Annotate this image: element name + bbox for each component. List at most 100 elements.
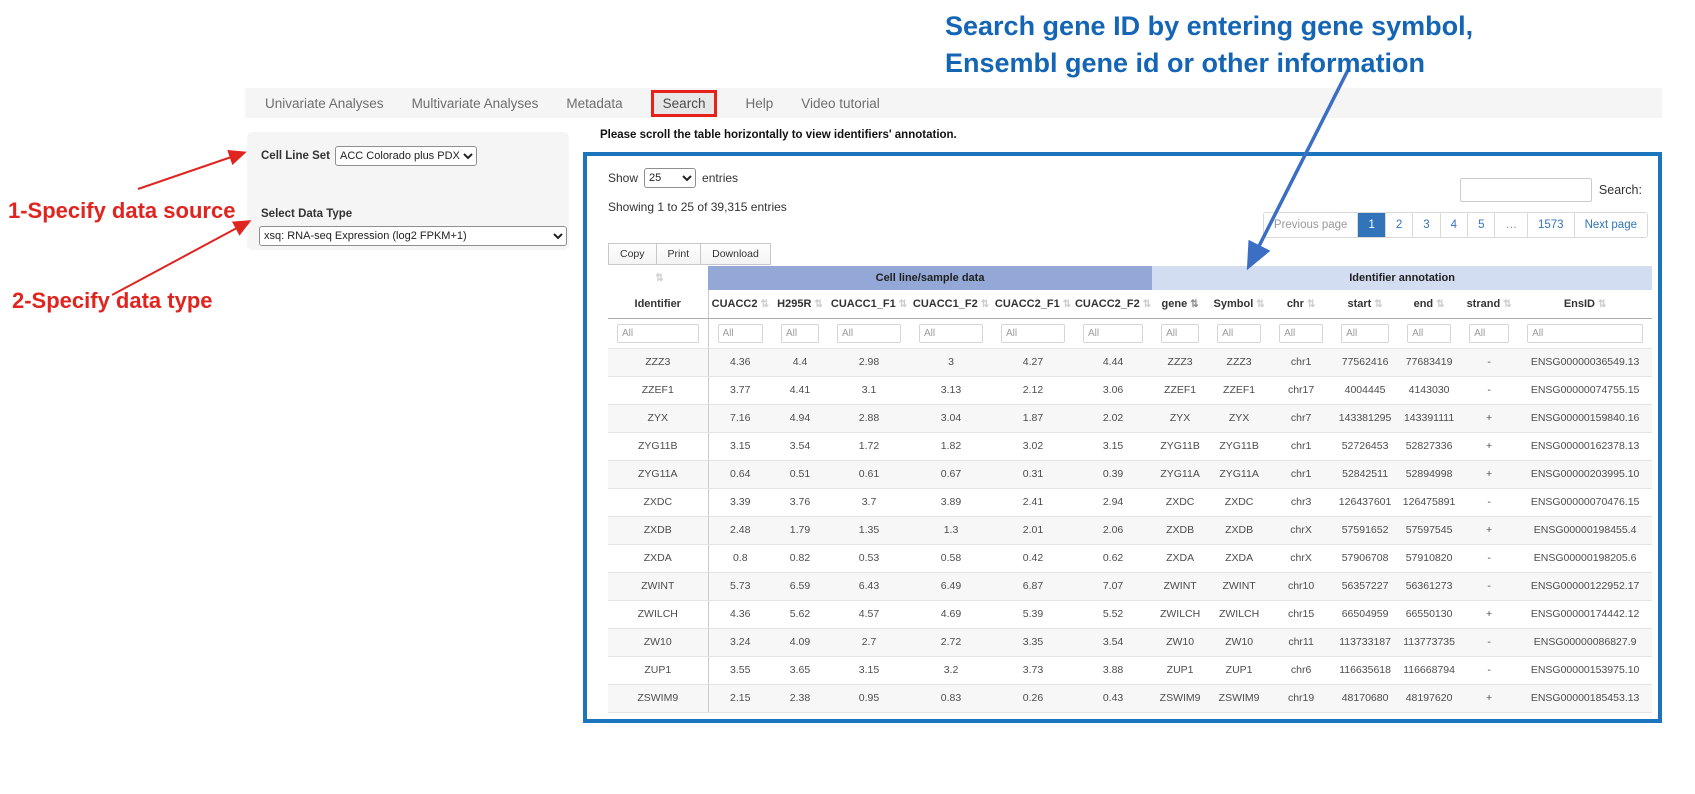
filter-input-cuacc2-f2[interactable]: [1083, 324, 1143, 343]
cell-start: 77562416: [1332, 348, 1398, 376]
nav-item-search[interactable]: Search: [651, 90, 718, 117]
col-label: strand: [1467, 298, 1501, 310]
cell-strand: +: [1460, 460, 1518, 488]
page-length-select[interactable]: 25: [644, 168, 696, 188]
cell-chr: chr1: [1270, 460, 1332, 488]
filter-input-cuacc1-f1[interactable]: [837, 324, 901, 343]
filter-input-chr[interactable]: [1279, 324, 1323, 343]
cell-chr: chr7: [1270, 404, 1332, 432]
cell-strand: -: [1460, 544, 1518, 572]
col-header-h295r[interactable]: H295R⇅: [772, 290, 828, 318]
filter-input-symbol[interactable]: [1217, 324, 1261, 343]
nav-item-metadata[interactable]: Metadata: [566, 96, 622, 111]
col-header-symbol[interactable]: Symbol⇅: [1208, 290, 1270, 318]
filter-input-gene[interactable]: [1161, 324, 1199, 343]
cell-cuacc2-f1: 2.12: [992, 376, 1074, 404]
data-type-select[interactable]: xsq: RNA-seq Expression (log2 FPKM+1): [259, 226, 567, 246]
page-button-1[interactable]: 1: [1357, 213, 1384, 237]
annotation-search-note: Search gene ID by entering gene symbol, …: [945, 8, 1473, 82]
cell-symbol: ZUP1: [1208, 656, 1270, 684]
filter-input-h295r[interactable]: [781, 324, 819, 343]
filter-input-cuacc1-f2[interactable]: [919, 324, 983, 343]
cell-identifier: ZZEF1: [608, 376, 708, 404]
cell-cuacc2-f2: 3.06: [1074, 376, 1152, 404]
search-input[interactable]: [1460, 178, 1592, 202]
page-button-3[interactable]: 3: [1412, 213, 1439, 237]
table-row: ZZZ34.364.42.9834.274.44ZZZ3ZZZ3chr17756…: [608, 348, 1652, 376]
cell-cuacc2-f1: 1.87: [992, 404, 1074, 432]
cell-h295r: 0.51: [772, 460, 828, 488]
annotation-search-note-line2: Ensembl gene id or other information: [945, 45, 1473, 82]
cell-cuacc1-f1: 3.15: [828, 656, 910, 684]
cell-strand: -: [1460, 348, 1518, 376]
col-header-strand[interactable]: strand⇅: [1460, 290, 1518, 318]
col-header-cuacc2-f1[interactable]: CUACC2_F1⇅: [992, 290, 1074, 318]
nav-item-help[interactable]: Help: [745, 96, 773, 111]
filter-input-cuacc2[interactable]: [718, 324, 764, 343]
filter-cell-cuacc2-f2: [1074, 318, 1152, 348]
cell-strand: -: [1460, 656, 1518, 684]
cell-chr: chr19: [1270, 684, 1332, 712]
cell-cuacc2-f1: 3.02: [992, 432, 1074, 460]
cell-cuacc2-f2: 7.07: [1074, 572, 1152, 600]
nav-item-multivariate-analyses[interactable]: Multivariate Analyses: [412, 96, 539, 111]
cell-identifier: ZXDB: [608, 516, 708, 544]
cell-cuacc2-f1: 3.73: [992, 656, 1074, 684]
next-page-button[interactable]: Next page: [1574, 213, 1647, 237]
col-header-cuacc1-f2[interactable]: CUACC1_F2⇅: [910, 290, 992, 318]
cell-chr: chr10: [1270, 572, 1332, 600]
cell-line-set-select[interactable]: ACC Colorado plus PDX: [335, 146, 477, 166]
nav-item-univariate-analyses[interactable]: Univariate Analyses: [265, 96, 384, 111]
col-header-identifier[interactable]: Identifier: [608, 290, 708, 318]
copy-button[interactable]: Copy: [608, 243, 657, 265]
col-header-gene[interactable]: gene⇅: [1152, 290, 1208, 318]
col-header-cuacc1-f1[interactable]: CUACC1_F1⇅: [828, 290, 910, 318]
filter-input-cuacc2-f1[interactable]: [1001, 324, 1065, 343]
col-header-end[interactable]: end⇅: [1398, 290, 1460, 318]
nav-item-video-tutorial[interactable]: Video tutorial: [801, 96, 880, 111]
sort-icon: ⇅: [814, 299, 822, 310]
filter-input-strand[interactable]: [1469, 324, 1509, 343]
entries-label: entries: [702, 171, 738, 185]
col-header-cuacc2[interactable]: CUACC2⇅: [708, 290, 772, 318]
identifier-sort-header[interactable]: ⇅: [608, 266, 708, 290]
cell-ensid: ENSG00000185453.13: [1518, 684, 1652, 712]
cell-line-set-row: Cell Line Set ACC Colorado plus PDX: [261, 146, 477, 166]
cell-strand: +: [1460, 432, 1518, 460]
cell-cuacc1-f2: 1.82: [910, 432, 992, 460]
page-button-1573[interactable]: 1573: [1527, 213, 1574, 237]
cell-start: 4004445: [1332, 376, 1398, 404]
cell-cuacc1-f2: 3.89: [910, 488, 992, 516]
cell-start: 52842511: [1332, 460, 1398, 488]
cell-symbol: ZWINT: [1208, 572, 1270, 600]
annotation-step1: 1-Specify data source: [8, 198, 235, 224]
col-header-start[interactable]: start⇅: [1332, 290, 1398, 318]
cell-strand: +: [1460, 516, 1518, 544]
cell-gene: ZXDA: [1152, 544, 1208, 572]
cell-ensid: ENSG00000198455.4: [1518, 516, 1652, 544]
cell-symbol: ZXDB: [1208, 516, 1270, 544]
print-button[interactable]: Print: [656, 243, 702, 265]
table-row: ZZEF13.774.413.13.132.123.06ZZEF1ZZEF1ch…: [608, 376, 1652, 404]
cell-end: 77683419: [1398, 348, 1460, 376]
filter-input-ensid[interactable]: [1527, 324, 1643, 343]
filter-input-start[interactable]: [1341, 324, 1389, 343]
filter-input-identifier[interactable]: [617, 324, 699, 343]
col-header-cuacc2-f2[interactable]: CUACC2_F2⇅: [1074, 290, 1152, 318]
filter-input-end[interactable]: [1407, 324, 1451, 343]
page-button-2[interactable]: 2: [1385, 213, 1412, 237]
previous-page-button[interactable]: Previous page: [1264, 213, 1358, 237]
download-button[interactable]: Download: [700, 243, 771, 265]
cell-cuacc1-f1: 0.95: [828, 684, 910, 712]
cell-gene: ZUP1: [1152, 656, 1208, 684]
cell-identifier: ZW10: [608, 628, 708, 656]
cell-gene: ZYG11A: [1152, 460, 1208, 488]
filter-cell-identifier: [608, 318, 708, 348]
col-header-chr[interactable]: chr⇅: [1270, 290, 1332, 318]
page-button-5[interactable]: 5: [1467, 213, 1494, 237]
filter-cell-strand: [1460, 318, 1518, 348]
page-button-4[interactable]: 4: [1440, 213, 1467, 237]
cell-cuacc2-f1: 0.26: [992, 684, 1074, 712]
cell-cuacc1-f1: 2.88: [828, 404, 910, 432]
col-header-ensid[interactable]: EnsID⇅: [1518, 290, 1652, 318]
